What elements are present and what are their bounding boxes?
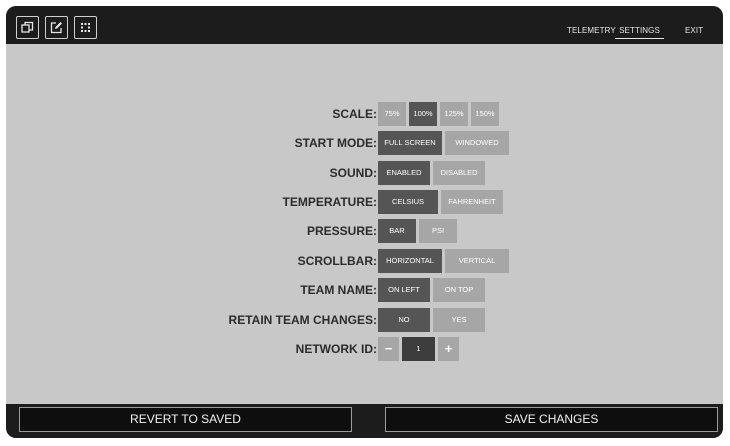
pressure-label: PRESSURE: xyxy=(306,224,377,238)
temperature-option-celsius[interactable]: CELSIUS xyxy=(378,190,438,214)
pressure-option-psi[interactable]: PSI xyxy=(419,219,457,243)
start-mode-label: START MODE: xyxy=(294,136,377,150)
network-id-value[interactable]: 1 xyxy=(402,337,435,361)
scale-options: 75% 100% 125% 150% xyxy=(378,102,499,126)
network-id-stepper: − 1 + xyxy=(378,337,459,361)
team-name-row: TEAM NAME: ON LEFT ON TOP xyxy=(6,278,723,302)
top-bar: TELEMETRY SETTINGS EXIT xyxy=(6,6,723,44)
scale-option-125[interactable]: 125% xyxy=(440,102,468,126)
app-window: TELEMETRY SETTINGS EXIT SCALE: 75% 100% … xyxy=(6,6,723,438)
temperature-option-fahrenheit[interactable]: FAHRENHEIT xyxy=(441,190,503,214)
temperature-row: TEMPERATURE: CELSIUS FAHRENHEIT xyxy=(6,190,723,214)
scrollbar-label: SCROLLBAR: xyxy=(297,254,377,268)
temperature-label: TEMPERATURE: xyxy=(282,195,377,209)
edit-layout-icon[interactable] xyxy=(45,16,68,39)
scrollbar-row: SCROLLBAR: HORIZONTAL VERTICAL xyxy=(6,249,723,273)
pressure-row: PRESSURE: BAR PSI xyxy=(6,219,723,243)
nav-exit[interactable]: EXIT xyxy=(685,26,703,35)
scale-row: SCALE: 75% 100% 125% 150% xyxy=(6,102,723,126)
team-name-label: TEAM NAME: xyxy=(300,283,377,297)
scale-option-75[interactable]: 75% xyxy=(378,102,406,126)
pressure-option-bar[interactable]: BAR xyxy=(378,219,416,243)
sound-option-enabled[interactable]: ENABLED xyxy=(378,161,430,185)
scale-label: SCALE: xyxy=(332,107,377,121)
bottom-bar: REVERT TO SAVED SAVE CHANGES xyxy=(6,404,723,438)
nav-settings[interactable]: SETTINGS xyxy=(615,26,664,39)
revert-to-saved-button[interactable]: REVERT TO SAVED xyxy=(19,407,352,432)
sound-options: ENABLED DISABLED xyxy=(378,161,485,185)
team-name-options: ON LEFT ON TOP xyxy=(378,278,485,302)
settings-panel: SCALE: 75% 100% 125% 150% START MODE: FU… xyxy=(6,44,723,404)
save-changes-button[interactable]: SAVE CHANGES xyxy=(385,407,718,432)
retain-team-changes-options: NO YES xyxy=(378,308,485,332)
retain-team-changes-row: RETAIN TEAM CHANGES: NO YES xyxy=(6,308,723,332)
scale-option-100[interactable]: 100% xyxy=(409,102,437,126)
start-mode-row: START MODE: FULL SCREEN WINDOWED xyxy=(6,131,723,155)
network-id-decrement-button[interactable]: − xyxy=(378,337,399,361)
scrollbar-option-horizontal[interactable]: HORIZONTAL xyxy=(378,249,442,273)
pressure-options: BAR PSI xyxy=(378,219,457,243)
start-mode-option-windowed[interactable]: WINDOWED xyxy=(445,131,509,155)
team-name-option-on-left[interactable]: ON LEFT xyxy=(378,278,430,302)
nav-telemetry[interactable]: TELEMETRY xyxy=(567,26,616,35)
sound-row: SOUND: ENABLED DISABLED xyxy=(6,161,723,185)
temperature-options: CELSIUS FAHRENHEIT xyxy=(378,190,503,214)
retain-team-changes-option-yes[interactable]: YES xyxy=(433,308,485,332)
network-id-row: NETWORK ID: − 1 + xyxy=(6,337,723,361)
retain-team-changes-label: RETAIN TEAM CHANGES: xyxy=(228,313,377,327)
network-id-label: NETWORK ID: xyxy=(295,342,377,356)
team-name-option-on-top[interactable]: ON TOP xyxy=(433,278,485,302)
start-mode-option-full-screen[interactable]: FULL SCREEN xyxy=(378,131,442,155)
retain-team-changes-option-no[interactable]: NO xyxy=(378,308,430,332)
start-mode-options: FULL SCREEN WINDOWED xyxy=(378,131,509,155)
grid-icon[interactable] xyxy=(74,16,97,39)
sound-label: SOUND: xyxy=(329,166,377,180)
sound-option-disabled[interactable]: DISABLED xyxy=(433,161,485,185)
network-id-increment-button[interactable]: + xyxy=(438,337,459,361)
scrollbar-option-vertical[interactable]: VERTICAL xyxy=(445,249,509,273)
scale-option-150[interactable]: 150% xyxy=(471,102,499,126)
scrollbar-options: HORIZONTAL VERTICAL xyxy=(378,249,509,273)
window-restore-icon[interactable] xyxy=(16,16,39,39)
